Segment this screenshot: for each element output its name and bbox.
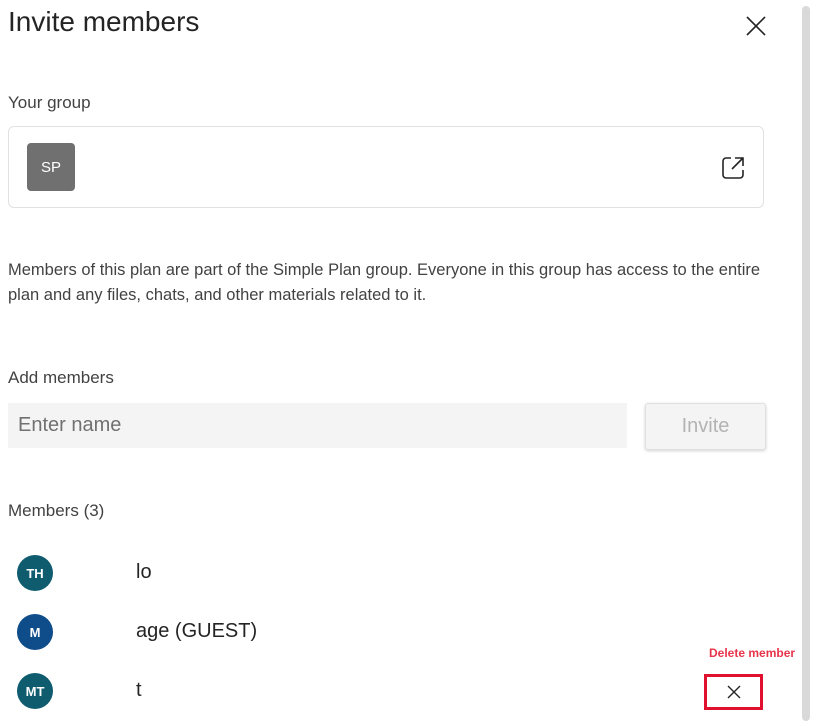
member-name: age (GUEST) xyxy=(136,620,258,642)
members-header: Members (3) xyxy=(8,501,105,520)
delete-member-tooltip: Delete member xyxy=(709,646,796,660)
member-avatar: M xyxy=(17,614,53,650)
member-avatar: TH xyxy=(17,555,53,591)
group-avatar: SP xyxy=(27,143,75,191)
close-icon xyxy=(727,685,740,699)
member-row: M age (GUEST) xyxy=(0,614,790,664)
add-members-label: Add members xyxy=(8,368,114,387)
member-avatar: MT xyxy=(17,673,53,709)
invite-button[interactable]: Invite xyxy=(645,403,766,450)
plan-description: Members of this plan are part of the Sim… xyxy=(8,261,761,304)
member-name: t xyxy=(136,679,142,701)
your-group-label: Your group xyxy=(8,93,91,112)
open-in-new-window-icon xyxy=(722,157,744,179)
open-group-button[interactable] xyxy=(718,153,748,183)
member-row: TH lo xyxy=(0,555,790,605)
member-name: lo xyxy=(136,561,152,583)
enter-name-input[interactable] xyxy=(8,403,627,448)
scrollbar-thumb[interactable] xyxy=(802,6,810,721)
group-card: SP xyxy=(8,126,764,208)
member-row: MT t xyxy=(0,673,790,723)
dialog-title: Invite members xyxy=(8,6,200,37)
delete-member-button[interactable] xyxy=(704,674,763,710)
close-icon xyxy=(746,16,766,36)
close-button[interactable] xyxy=(740,10,772,42)
